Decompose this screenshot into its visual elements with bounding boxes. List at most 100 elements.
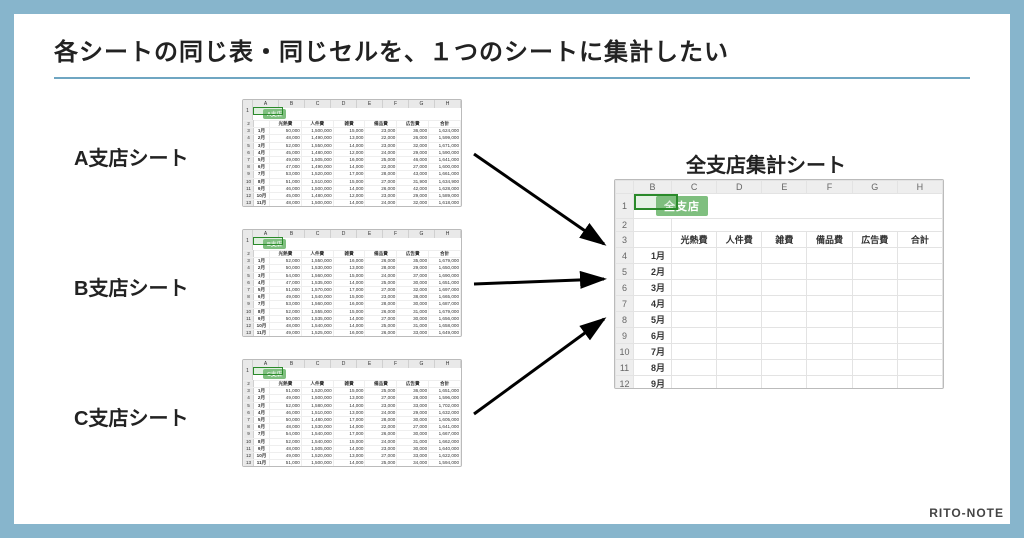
empty-cell: [852, 360, 897, 376]
data-cell: 23,000: [365, 294, 397, 301]
month-label: 1月: [254, 258, 270, 265]
month-label: 11月: [254, 200, 270, 207]
month-label: 9月: [254, 185, 270, 192]
data-cell: 16,000: [333, 258, 365, 265]
data-cell: 1,697,000: [429, 286, 461, 293]
data-cell: 14,000: [333, 142, 365, 149]
month-label: 2月: [254, 135, 270, 142]
data-cell: 25,000: [365, 156, 397, 163]
data-cell: 17,000: [333, 286, 365, 293]
category-header: 合計: [897, 232, 942, 248]
data-cell: 27,000: [365, 286, 397, 293]
data-cell: 29,000: [397, 265, 429, 272]
data-cell: 1,500,000: [301, 395, 333, 402]
empty-cell: [672, 360, 717, 376]
row-header: 6: [244, 279, 254, 286]
col-header: E: [357, 230, 383, 238]
month-label: 5月: [254, 416, 270, 423]
col-header: C: [305, 100, 331, 108]
row-header: 7: [244, 156, 254, 163]
data-cell: 49,000: [270, 294, 302, 301]
col-header: D: [717, 181, 762, 194]
category-header: 合計: [429, 121, 461, 128]
data-cell: 1,480,000: [301, 149, 333, 156]
data-cell: 33,000: [397, 452, 429, 459]
month-label: 5月: [634, 312, 672, 328]
data-cell: 1,594,000: [429, 460, 461, 467]
empty-cell: [897, 264, 942, 280]
empty-cell: [717, 248, 762, 264]
data-cell: 1,651,000: [429, 388, 461, 395]
data-cell: 38,000: [397, 294, 429, 301]
data-table: 2光熱費人件費雑費備品費広告費合計31月52,0001,550,00016,00…: [243, 250, 461, 337]
data-cell: 1,570,000: [301, 286, 333, 293]
data-cell: 53,000: [270, 171, 302, 178]
empty-cell: [717, 344, 762, 360]
data-cell: 46,000: [397, 156, 429, 163]
data-cell: 14,000: [333, 322, 365, 329]
empty-cell: [762, 328, 807, 344]
data-cell: 1,540,000: [301, 431, 333, 438]
data-cell: 33,000: [397, 402, 429, 409]
data-cell: 51,000: [270, 460, 302, 467]
empty-cell: [762, 264, 807, 280]
data-cell: 49,000: [270, 330, 302, 337]
month-label: 1月: [254, 388, 270, 395]
data-cell: 1,580,000: [301, 402, 333, 409]
data-cell: 1,535,000: [301, 315, 333, 322]
data-cell: 1,540,000: [301, 322, 333, 329]
row-header: 9: [244, 431, 254, 438]
empty-cell: [852, 312, 897, 328]
data-cell: 1,530,000: [301, 265, 333, 272]
empty-cell: [717, 360, 762, 376]
col-header: D: [331, 360, 357, 368]
category-header: 広告費: [397, 121, 429, 128]
summary-label: 全支店集計シート: [686, 149, 846, 178]
empty-cell: [717, 312, 762, 328]
empty-cell: [852, 328, 897, 344]
data-cell: 1,589,000: [429, 192, 461, 199]
data-cell: 1,641,000: [429, 156, 461, 163]
month-label: 7月: [634, 344, 672, 360]
month-label: 1月: [634, 248, 672, 264]
data-cell: 26,000: [397, 135, 429, 142]
data-cell: 1,520,000: [301, 452, 333, 459]
data-table: 2光熱費人件費雑費備品費広告費合計31月51,0001,520,00015,00…: [243, 380, 461, 467]
data-cell: 27,000: [365, 452, 397, 459]
month-label: 2月: [254, 395, 270, 402]
data-cell: 30,000: [397, 416, 429, 423]
data-cell: 49,000: [270, 452, 302, 459]
category-header: 光熱費: [672, 232, 717, 248]
data-cell: 48,000: [270, 424, 302, 431]
col-header: H: [435, 360, 461, 368]
data-cell: 15,000: [333, 308, 365, 315]
data-cell: 17,000: [333, 431, 365, 438]
category-header: 広告費: [397, 381, 429, 388]
data-cell: 1,651,000: [429, 279, 461, 286]
data-cell: 26,000: [365, 330, 397, 337]
data-cell: 1,649,000: [429, 330, 461, 337]
data-cell: 35,000: [397, 258, 429, 265]
empty-cell: [762, 312, 807, 328]
data-cell: 1,505,000: [301, 445, 333, 452]
data-cell: 48,000: [270, 135, 302, 142]
data-cell: 27,000: [397, 164, 429, 171]
category-header: 人件費: [301, 251, 333, 258]
selection-box: [253, 367, 283, 375]
month-label: 7月: [254, 301, 270, 308]
data-cell: 16,000: [333, 301, 365, 308]
category-header: 合計: [429, 381, 461, 388]
row-header: 1: [243, 238, 253, 250]
empty-cell: [672, 264, 717, 280]
data-cell: 14,000: [333, 315, 365, 322]
month-label: 4月: [254, 149, 270, 156]
data-cell: 14,000: [333, 164, 365, 171]
data-cell: 24,000: [365, 438, 397, 445]
data-cell: 30,000: [397, 301, 429, 308]
data-cell: 1,550,000: [301, 142, 333, 149]
col-header: G: [409, 100, 435, 108]
month-label: 5月: [254, 286, 270, 293]
data-cell: 15,000: [333, 272, 365, 279]
row-header: 12: [616, 376, 634, 390]
data-cell: 42,000: [397, 185, 429, 192]
